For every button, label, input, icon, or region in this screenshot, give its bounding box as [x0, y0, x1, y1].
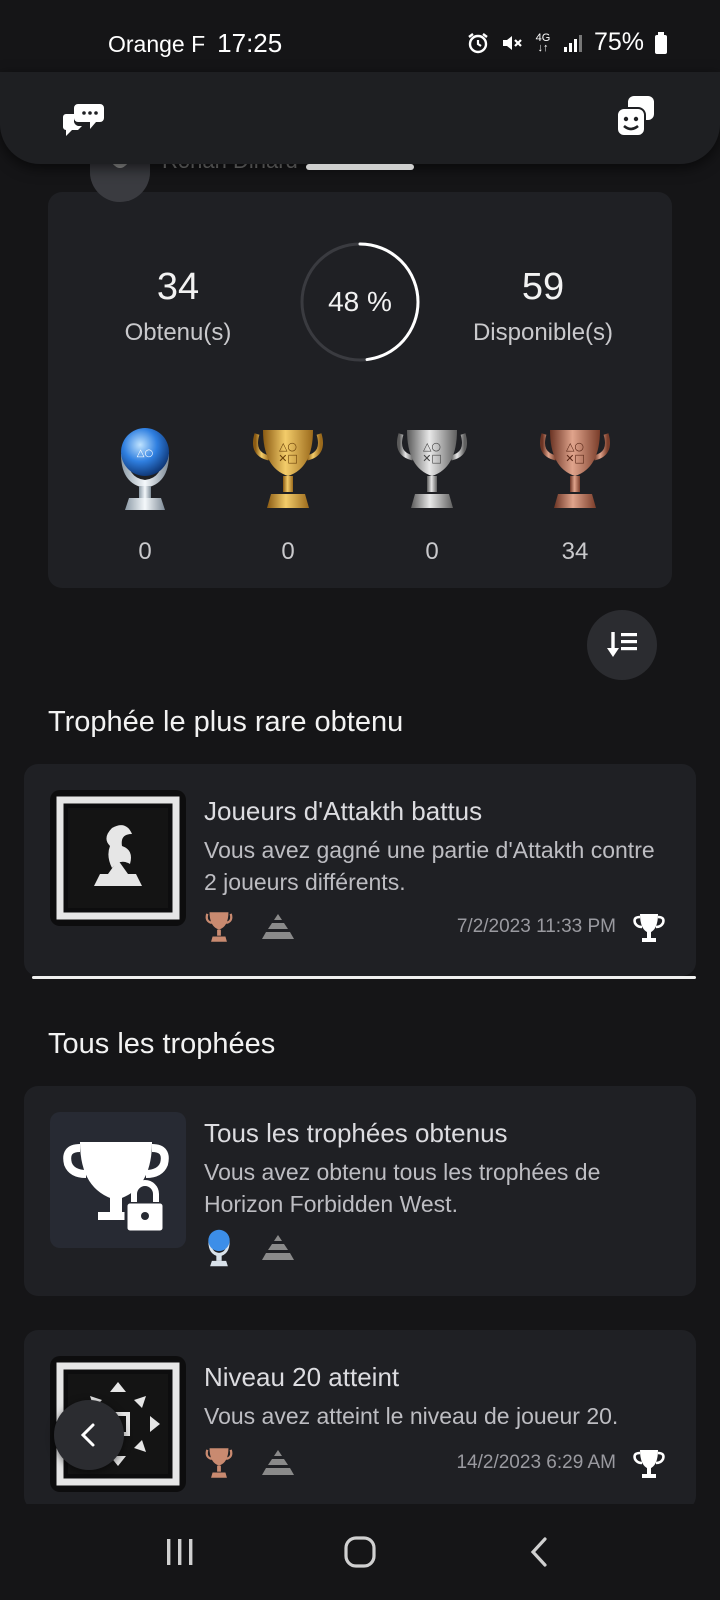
rarity-pyramid-icon [262, 1235, 294, 1260]
rarest-card-underline [32, 976, 696, 979]
clock-time: 17:25 [217, 28, 283, 58]
system-navigation-bar [0, 1504, 720, 1600]
locked-trophy-image [50, 1112, 186, 1248]
trophy-meta [204, 1228, 296, 1268]
alarm-icon [466, 31, 490, 55]
platinum-trophy-stat: △○ 0 [95, 424, 195, 566]
svg-text:✕□: ✕□ [565, 452, 585, 465]
back-icon [530, 1537, 547, 1567]
rarity-pyramid-icon [262, 914, 294, 939]
all-trophies-section-title: Tous les trophées [48, 1028, 276, 1060]
earned-trophy-icon [632, 910, 666, 949]
silver-trophy-stat: △○ ✕□ 0 [382, 424, 482, 566]
bronze-count: 34 [561, 538, 589, 565]
platinum-trophy-icon [208, 1229, 230, 1267]
friends-icon [616, 96, 654, 137]
rarest-trophy-title: Joueurs d'Attakth battus [204, 796, 483, 826]
bronze-trophy-icon [205, 1448, 233, 1478]
svg-text:✕□: ✕□ [422, 452, 442, 465]
status-left: Orange F 17:25 [108, 28, 282, 59]
progress-percent: 48 % [328, 286, 392, 317]
trophy-title: Niveau 20 atteint [204, 1362, 400, 1392]
trophy-list-item[interactable]: Niveau 20 atteint Vous avez atteint le n… [24, 1330, 696, 1510]
earned-trophy-icon [632, 1446, 666, 1485]
rarest-trophy-card[interactable]: Joueurs d'Attakth battus Vous avez gagné… [24, 764, 696, 976]
chevron-left-icon [80, 1423, 95, 1447]
sort-button[interactable] [587, 610, 657, 680]
top-app-bar [0, 72, 720, 164]
svg-text:△○: △○ [137, 448, 153, 459]
trophy-description: Vous avez atteint le niveau de joueur 20… [204, 1403, 619, 1429]
trophy-list-item[interactable]: Tous les trophées obtenus Vous avez obte… [24, 1086, 696, 1296]
friends-button[interactable] [612, 92, 660, 140]
earned-stat: 34 Obtenu(s) [78, 266, 278, 347]
gold-trophy-stat: △○ ✕□ 0 [238, 424, 338, 566]
gold-trophy-icon: △○ ✕□ [253, 430, 323, 508]
home-icon [344, 1536, 376, 1568]
carrier-label: Orange F [108, 31, 206, 57]
rarest-trophy-date: 7/2/2023 11:33 PM [456, 916, 616, 937]
platinum-trophy-icon: △○ [121, 428, 169, 510]
network-4g-icon: 4G ↓↑ [535, 31, 551, 54]
battery-percent: 75% [593, 28, 644, 56]
trophy-date: 14/2/2023 6:29 AM [456, 1452, 616, 1473]
rarest-trophy-meta [204, 910, 296, 944]
bronze-trophy-icon [205, 912, 233, 942]
svg-text:✕□: ✕□ [278, 452, 298, 465]
rarest-trophy-description: Vous avez gagné une partie d'Attakth con… [204, 837, 655, 895]
bronze-trophy-icon: △○ ✕□ [540, 430, 610, 508]
bronze-trophy-stat: △○ ✕□ 34 [525, 424, 625, 566]
network-label: 4G [535, 31, 551, 44]
trophy-meta [204, 1446, 296, 1480]
chat-icon [63, 104, 104, 136]
sort-icon [607, 632, 637, 657]
rarest-section-title: Trophée le plus rare obtenu [48, 706, 404, 738]
status-right: 4G ↓↑ 75% [466, 28, 668, 57]
mute-icon [500, 31, 524, 55]
battery-icon [654, 31, 668, 55]
recent-apps-icon [167, 1539, 193, 1565]
earned-label: Obtenu(s) [124, 319, 232, 346]
available-label: Disponible(s) [472, 319, 614, 346]
attakth-trophy-image [50, 790, 186, 926]
signal-icon [562, 32, 584, 54]
silver-count: 0 [425, 538, 439, 565]
recent-apps-button[interactable] [150, 1522, 210, 1582]
trophy-description: Vous avez obtenu tous les trophées de Ho… [204, 1159, 601, 1217]
rarity-pyramid-icon [262, 1450, 294, 1475]
earned-count: 34 [156, 266, 200, 308]
system-back-button[interactable] [510, 1522, 570, 1582]
back-floating-button[interactable] [54, 1400, 124, 1470]
available-stat: 59 Disponible(s) [443, 266, 643, 347]
chat-button[interactable] [60, 94, 108, 142]
available-count: 59 [521, 266, 565, 308]
drag-handle[interactable] [306, 164, 414, 170]
silver-trophy-icon: △○ ✕□ [397, 430, 467, 508]
home-button[interactable] [330, 1522, 390, 1582]
platinum-count: 0 [138, 538, 152, 565]
gold-count: 0 [281, 538, 295, 565]
trophy-title: Tous les trophées obtenus [204, 1118, 508, 1148]
